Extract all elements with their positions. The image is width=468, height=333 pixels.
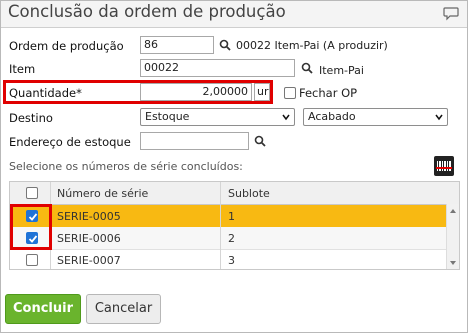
search-icon[interactable]: [254, 135, 266, 147]
item-input[interactable]: 00022: [140, 59, 295, 77]
destino-label: Destino: [9, 111, 53, 125]
column-header-serie: Número de série: [57, 187, 149, 200]
item-label: Item: [9, 62, 36, 76]
ordem-input[interactable]: 86: [140, 36, 214, 54]
ordem-label: Ordem de produção: [9, 39, 124, 53]
search-icon[interactable]: [301, 62, 313, 74]
select-all-checkbox[interactable]: [26, 187, 38, 199]
serie-cell: SERIE-0006: [57, 232, 121, 245]
row-checkbox[interactable]: [26, 254, 38, 266]
serie-cell: SERIE-0005: [57, 210, 121, 223]
concluir-button[interactable]: Concluir: [5, 294, 81, 324]
grid-column-divider: [220, 182, 221, 269]
grid-scrollbar[interactable]: [446, 204, 459, 269]
scroll-up-icon[interactable]: [447, 206, 459, 216]
chat-bubble-icon[interactable]: [443, 5, 459, 21]
fechar-op-checkbox[interactable]: [284, 87, 296, 99]
endereco-input[interactable]: [140, 132, 249, 150]
serial-numbers-grid: Número de série Sublote SERIE-0005 1 SER…: [9, 181, 460, 270]
destino-secondary-value: Acabado: [308, 110, 356, 123]
grid-header: Número de série Sublote: [10, 182, 459, 205]
checked-rows-highlight: [10, 204, 52, 250]
barcode-icon[interactable]: [434, 156, 454, 176]
quantidade-input[interactable]: 2,00000: [140, 83, 252, 101]
destino-select[interactable]: Estoque: [140, 108, 295, 126]
serial-selection-prompt: Selecione os números de série concluídos…: [9, 160, 243, 173]
sublote-cell: 3: [228, 254, 235, 267]
barcode-glyph: [436, 161, 452, 171]
sublote-cell: 2: [228, 232, 235, 245]
item-description: Item-Pai: [319, 64, 364, 77]
scroll-down-icon[interactable]: [447, 258, 459, 268]
table-row[interactable]: SERIE-0006 2: [10, 227, 446, 250]
serie-cell: SERIE-0007: [57, 254, 121, 267]
cancelar-button[interactable]: Cancelar: [86, 294, 161, 324]
ordem-description: 00022 Item-Pai (A produzir): [236, 39, 388, 52]
dialog-title: Conclusão da ordem de produção: [8, 2, 286, 21]
table-row[interactable]: SERIE-0005 1: [10, 205, 446, 228]
table-row[interactable]: SERIE-0007 3: [10, 249, 446, 269]
sublote-cell: 1: [228, 210, 235, 223]
chevron-down-icon: [282, 114, 290, 121]
fechar-op-label: Fechar OP: [299, 86, 358, 100]
quantidade-label: Quantidade*: [9, 86, 82, 100]
dialog-titlebar: Conclusão da ordem de produção: [1, 1, 467, 28]
destino-selected-value: Estoque: [145, 110, 190, 123]
production-order-completion-dialog: Conclusão da ordem de produção Ordem de …: [0, 0, 468, 333]
search-icon[interactable]: [219, 39, 231, 51]
endereco-label: Endereço de estoque: [9, 135, 131, 149]
quantidade-unit: ur: [254, 83, 270, 101]
column-header-sublote: Sublote: [228, 187, 270, 200]
chevron-down-icon: [435, 114, 443, 121]
destino-secondary-select[interactable]: Acabado: [303, 108, 448, 126]
